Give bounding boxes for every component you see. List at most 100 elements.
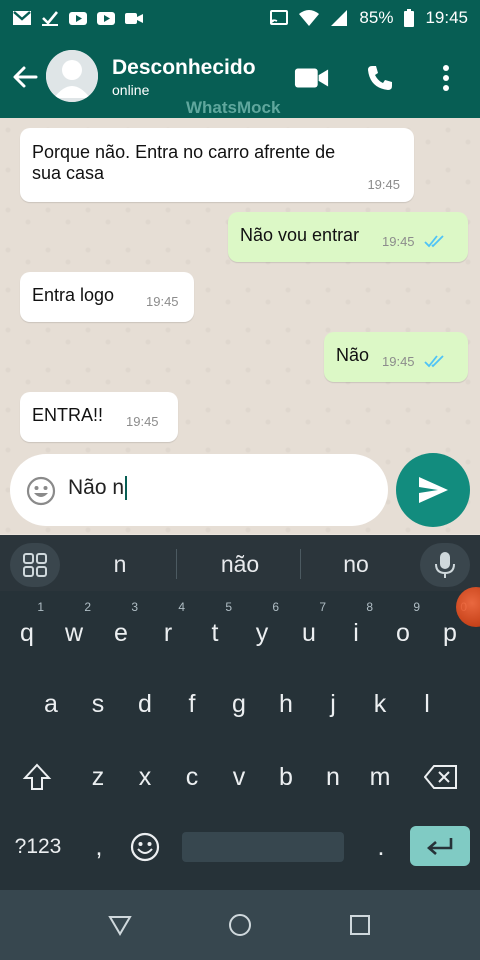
avatar[interactable] [46, 50, 98, 102]
back-arrow-icon [13, 66, 38, 88]
key-label: e [114, 619, 128, 647]
emoji-icon [26, 476, 56, 506]
key-c[interactable]: c [169, 753, 215, 801]
key-hint: 9 [413, 600, 420, 614]
wifi-icon [299, 9, 320, 27]
message-time: 19:45 [146, 294, 179, 309]
key-u[interactable]: 7u [286, 601, 332, 657]
more-options-button[interactable] [428, 60, 464, 96]
battery-icon [403, 9, 415, 27]
nav-home-button[interactable] [225, 910, 255, 940]
key-k[interactable]: k [357, 680, 403, 728]
watermark: WhatsMock [186, 98, 281, 117]
key-e[interactable]: 3e [98, 601, 144, 657]
message-bubble-outgoing[interactable]: Não 19:45 [324, 332, 468, 382]
comma-key[interactable]: , [76, 823, 122, 871]
back-button[interactable] [10, 62, 40, 92]
suggestion[interactable]: no [316, 551, 396, 578]
call-button[interactable] [362, 60, 398, 96]
enter-icon [427, 838, 453, 855]
period-key[interactable]: . [358, 823, 404, 871]
navigation-bar [0, 890, 480, 960]
message-bubble-outgoing[interactable]: Não vou entrar 19:45 [228, 212, 468, 262]
shift-key[interactable] [14, 753, 60, 801]
key-j[interactable]: j [310, 680, 356, 728]
send-button[interactable] [396, 453, 470, 527]
gmail-icon [12, 9, 32, 27]
nav-recents-button[interactable] [345, 910, 375, 940]
enter-key[interactable] [410, 826, 470, 866]
space-bar[interactable] [182, 832, 344, 862]
key-hint: 4 [178, 600, 185, 614]
nav-back-button[interactable] [105, 910, 135, 940]
message-time: 19:45 [126, 414, 159, 429]
backspace-key[interactable] [416, 753, 466, 801]
suggestion-strip: n não no [0, 535, 480, 591]
key-i[interactable]: 8i [333, 601, 379, 657]
key-hint: 3 [131, 600, 138, 614]
message-input-text[interactable]: Não n [68, 476, 128, 501]
message-text: Não [336, 345, 370, 365]
keyboard-menu-button[interactable] [10, 543, 60, 587]
key-f[interactable]: f [169, 680, 215, 728]
video-call-icon [294, 68, 329, 88]
message-text: Entra logo [32, 285, 115, 305]
emoji-key-icon [130, 832, 160, 862]
contact-name[interactable]: Desconhecido [112, 56, 256, 80]
key-t[interactable]: 5t [192, 601, 238, 657]
avatar-icon [46, 50, 98, 102]
message-input[interactable]: Não n [10, 454, 388, 526]
key-l[interactable]: l [404, 680, 450, 728]
key-label: u [302, 619, 316, 647]
key-x[interactable]: x [122, 753, 168, 801]
suggestion[interactable]: n [80, 551, 160, 578]
key-hint: 8 [366, 600, 373, 614]
message-time: 19:45 [382, 234, 415, 249]
backspace-icon [423, 765, 457, 789]
key-s[interactable]: s [75, 680, 121, 728]
message-text: ENTRA!! [32, 405, 104, 425]
key-label: i [353, 619, 359, 647]
grid-icon [23, 553, 47, 577]
emoji-button[interactable] [26, 476, 56, 506]
cast-icon [269, 9, 289, 27]
signal-icon [329, 9, 349, 27]
clock: 19:45 [425, 8, 468, 27]
key-v[interactable]: v [216, 753, 262, 801]
key-h[interactable]: h [263, 680, 309, 728]
video-call-button[interactable] [294, 60, 330, 96]
home-circle-icon [229, 914, 251, 936]
key-y[interactable]: 6y [239, 601, 285, 657]
key-b[interactable]: b [263, 753, 309, 801]
key-n[interactable]: n [310, 753, 356, 801]
symbols-key[interactable]: ?123 [6, 823, 70, 871]
voice-input-button[interactable] [420, 543, 470, 587]
key-hint: 6 [272, 600, 279, 614]
message-bubble-incoming[interactable]: Entra logo 19:45 [20, 272, 194, 322]
key-g[interactable]: g [216, 680, 262, 728]
key-a[interactable]: a [28, 680, 74, 728]
message-text: Não vou entrar [240, 225, 360, 245]
suggestion[interactable]: não [190, 551, 290, 578]
message-bubble-incoming[interactable]: Porque não. Entra no carro afrente de su… [20, 128, 414, 202]
message-text: Porque não. Entra no carro afrente de [32, 142, 336, 162]
back-triangle-icon [108, 916, 132, 936]
read-ticks-icon [424, 235, 444, 248]
key-q[interactable]: 1q [4, 601, 50, 657]
key-label: w [64, 619, 84, 647]
key-label: o [396, 619, 410, 647]
emoji-key[interactable] [122, 823, 168, 871]
key-z[interactable]: z [75, 753, 121, 801]
key-d[interactable]: d [122, 680, 168, 728]
key-w[interactable]: 2w [51, 601, 97, 657]
key-hint: 5 [225, 600, 232, 614]
key-o[interactable]: 9o [380, 601, 426, 657]
message-bubble-incoming[interactable]: ENTRA!! 19:45 [20, 392, 178, 442]
key-m[interactable]: m [357, 753, 403, 801]
key-r[interactable]: 4r [145, 601, 191, 657]
key-hint: 2 [84, 600, 91, 614]
key-label: y [255, 619, 269, 647]
key-label: q [20, 619, 34, 647]
check-icon [40, 9, 60, 27]
key-hint: 1 [37, 600, 44, 614]
